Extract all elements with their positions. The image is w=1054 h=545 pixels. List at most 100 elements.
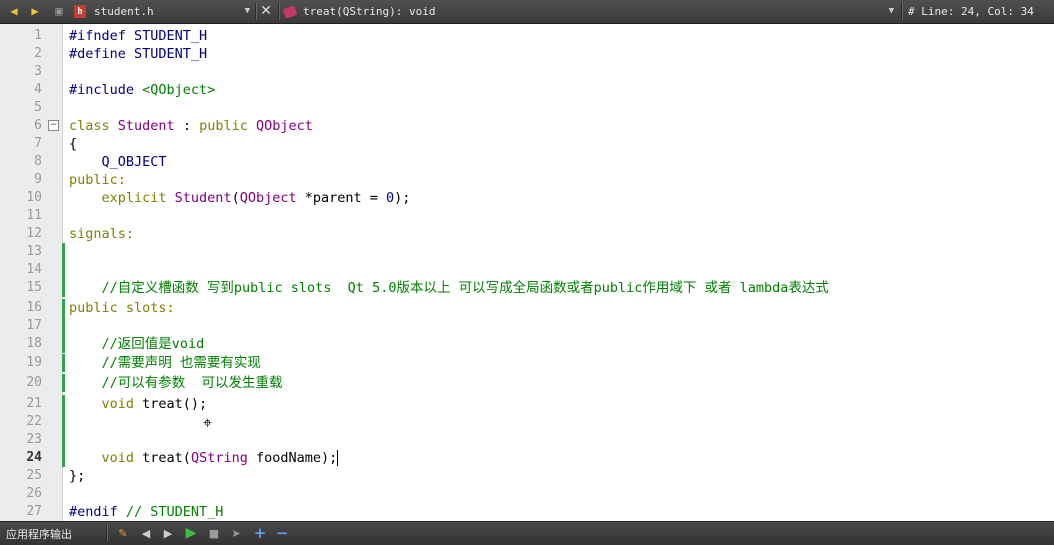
code-line: { [0,135,1054,153]
output-panel-bar: 应用程序输出 ✎ ◀ ▶ ▶ ■ ➤ + − [0,521,1054,545]
comment-text: //返回值是void [69,336,205,352]
code-editor[interactable]: 1 2 3 4 5 6 7 8 9 10 11 12 13 14 15 16 17 18 19 20 21 22 23 24 2… [0,24,1054,521]
previous-item-icon[interactable]: ◀ [139,526,153,540]
zoom-in-icon[interactable]: + [253,524,267,542]
code-text: signals: [69,226,135,242]
code-line: public: [0,171,1054,189]
change-marker [62,317,65,335]
stop-icon[interactable]: ■ [207,526,221,540]
type-name: QObject [255,118,313,134]
code-text: void treat(QString foodName); [69,449,339,467]
code-line: }; [0,467,1054,485]
code-line: //自定义槽函数 写到public slots Qt 5.0版本以上 可以写成全… [0,279,1054,297]
change-marker [62,413,65,431]
run-icon[interactable]: ▶ [184,525,198,541]
keyword: class [69,118,118,134]
code-line: void treat(); [0,395,1054,413]
code-line: Q_OBJECT [0,153,1054,171]
toolbar-divider [901,3,903,20]
toolbar-divider [278,3,280,20]
forward-arrow-icon[interactable]: ▶ [27,3,43,19]
toolbar-divider [255,3,257,20]
change-marker [62,261,65,279]
comment-text: //可以有参数 可以发生重载 [69,375,283,391]
application-output-tab[interactable]: 应用程序输出 [0,522,104,545]
code-text: Q_OBJECT [69,154,167,170]
line-number: 3 [34,64,42,79]
type-name: QString [190,450,248,466]
cursor-position[interactable]: # Line: 24, Col: 34 [908,2,1034,21]
code-line: #endif // STUDENT_H [0,503,1054,521]
change-marker [62,431,65,449]
punct: ( [231,190,240,206]
code-line: − class Student : public QObject [0,117,1054,135]
code-text: public slots: [69,300,175,316]
line-number: 14 [26,262,42,277]
type-name: QObject [239,190,297,206]
method-icon [282,4,298,19]
text-caret [337,450,339,466]
function-name: treat [142,396,183,412]
code-text: void treat(); [69,395,208,413]
code-text: explicit Student(QObject *parent = 0); [69,189,411,207]
code-line: #include <QObject> [0,81,1054,99]
zoom-out-icon[interactable]: − [275,524,289,542]
line-number: 5 [34,100,42,115]
preprocessor: #endif [69,504,126,520]
keyword: void [69,450,143,466]
next-item-icon[interactable]: ▶ [161,526,175,540]
punct: : [174,118,200,134]
line-number: 26 [26,486,42,501]
line-number: 13 [26,244,42,259]
lock-icon[interactable]: ▣ [51,3,67,19]
toolbar-divider [106,524,108,541]
punct: ( [182,450,191,466]
comment-text: //需要声明 也需要有实现 [69,355,261,371]
clear-output-icon[interactable]: ✎ [116,526,130,540]
punct: (); [182,396,208,412]
line-number: 22 [26,414,42,429]
keyword: public [199,118,256,134]
line-number: 11 [26,208,42,223]
comment: // STUDENT_H [125,504,224,520]
fold-toggle-icon[interactable]: − [48,120,59,131]
include-target: <QObject> [142,82,216,98]
code-text: public: [69,172,126,188]
current-symbol: treat(QString): void [303,5,436,18]
line-number: 17 [26,318,42,333]
chevron-down-icon: ▼ [888,6,894,16]
punct: ); [321,450,338,466]
header-file-icon: h [74,5,86,18]
code-line: explicit Student(QObject *parent = 0); [0,189,1054,207]
code-text: { [69,136,78,152]
code-line: //需要声明 也需要有实现 [0,354,1054,372]
editor-toolbar: ◀ ▶ ▣ h student.h ▼ ✕ treat(QString): vo… [0,0,1054,24]
code-line: #define STUDENT_H [0,45,1054,63]
open-documents-combo[interactable]: h student.h ▼ [74,2,254,21]
include-directive: #include [69,82,143,98]
attach-debugger-icon[interactable]: ➤ [229,526,243,540]
code-line: public slots: [0,299,1054,317]
close-document-icon[interactable]: ✕ [259,2,273,20]
type-name: Student [117,118,175,134]
code-line: //可以有参数 可以发生重载 [0,374,1054,392]
code-line: #ifndef STUDENT_H [0,27,1054,45]
punct: ); [394,190,411,206]
file-name: student.h [94,5,154,18]
back-arrow-icon[interactable]: ◀ [6,3,22,19]
line-number: 23 [26,432,42,447]
symbol-combo[interactable]: treat(QString): void ▼ [282,2,898,21]
mouse-ibeam-cursor-icon: ⌖ [203,413,213,432]
comment-text: //自定义槽函数 写到public slots Qt 5.0版本以上 可以写成全… [69,280,829,296]
code-line: //返回值是void [0,335,1054,353]
code-line: signals: [0,225,1054,243]
type-name: Student [174,190,232,206]
keyword: void [69,396,143,412]
code-text: class Student : public QObject [69,117,313,135]
change-marker [62,243,65,261]
code-text: #define STUDENT_H [69,46,208,62]
code-line-current: void treat(QString foodName); [0,449,1054,467]
chevron-down-icon: ▼ [244,6,250,16]
number: 0 [386,190,395,206]
code-text: #include <QObject> [69,81,215,99]
